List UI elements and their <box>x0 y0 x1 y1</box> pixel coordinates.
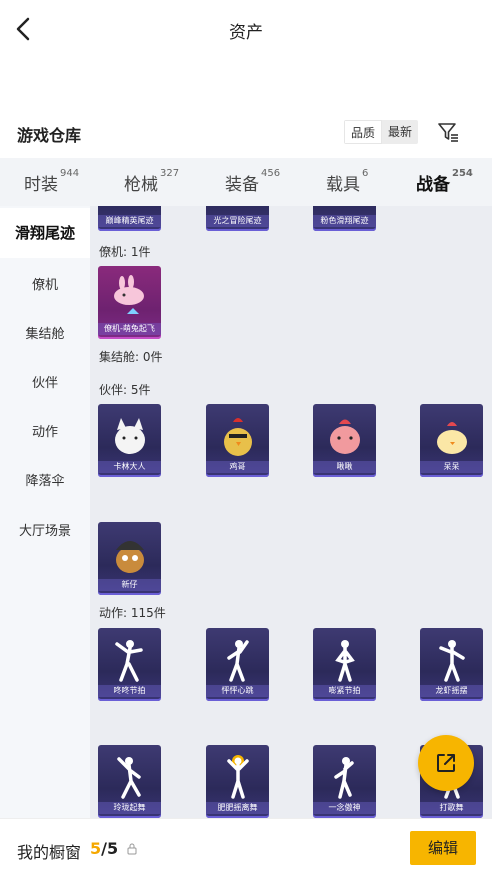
external-link-icon <box>437 754 455 772</box>
tab-vehicles[interactable]: 载具6 <box>326 168 368 195</box>
chicken-partner-icon <box>224 418 252 456</box>
sidebar-item-action[interactable]: 动作 <box>0 421 90 440</box>
sort-toggle: 品质 最新 <box>344 120 419 144</box>
warehouse-title: 游戏仓库 <box>17 126 82 145</box>
tab-combat-prep[interactable]: 战备254 <box>416 168 473 209</box>
edit-button[interactable]: 编辑 <box>410 831 476 865</box>
category-tabs: 时装944 枪械327 装备456 载具6 战备254 <box>0 158 492 209</box>
cabinet-label: 我的橱窗 <box>17 843 82 862</box>
helmet-partner-icon <box>116 541 144 573</box>
tab-fashion[interactable]: 时装944 <box>24 168 79 195</box>
sidebar-item-parachute[interactable]: 降落伞 <box>0 470 90 489</box>
item-card[interactable]: 咚咚节拍 <box>98 628 161 701</box>
item-card[interactable]: 呆呆 <box>420 404 483 477</box>
dancer-icon <box>439 640 465 682</box>
item-card[interactable]: 鸡哥 <box>206 404 269 477</box>
tab-guns[interactable]: 枪械327 <box>124 168 179 195</box>
dancer-icon <box>115 640 143 682</box>
dancer-icon <box>335 640 355 682</box>
cat-partner-icon <box>115 418 145 454</box>
item-card[interactable]: 新仔 <box>98 522 161 595</box>
item-card[interactable]: 肥肥摇离舞 <box>206 745 269 818</box>
action-section-label: 动作: 115件 <box>99 606 166 620</box>
sidebar: 滑翔尾迹 僚机 集结舱 伙伴 动作 降落伞 大厅场景 <box>0 206 90 818</box>
sidebar-item-pod[interactable]: 集结舱 <box>0 323 90 342</box>
item-card[interactable]: 巅峰精英尾迹 <box>98 206 161 231</box>
top-bar: 资产 <box>0 0 492 58</box>
item-card[interactable]: 怦怦心跳 <box>206 628 269 701</box>
tab-equipment[interactable]: 装备456 <box>225 168 280 195</box>
item-card[interactable]: 嘭紧节拍 <box>313 628 376 701</box>
pod-section-label: 集结舱: 0件 <box>99 350 163 364</box>
page-title: 资产 <box>229 23 263 43</box>
item-card[interactable]: 粉色滑翔尾迹 <box>313 206 376 231</box>
item-card[interactable]: 光之冒险尾迹 <box>206 206 269 231</box>
item-card[interactable]: 一念傲神 <box>313 745 376 818</box>
lock-icon <box>127 843 137 855</box>
sidebar-item-wingman[interactable]: 僚机 <box>0 274 90 293</box>
dancer-icon <box>334 757 354 799</box>
sidebar-item-glide-trail[interactable]: 滑翔尾迹 <box>0 208 90 258</box>
sidebar-item-lobby-scene[interactable]: 大厅场景 <box>0 520 90 539</box>
pink-chick-partner-icon <box>330 419 360 454</box>
sidebar-item-partner[interactable]: 伙伴 <box>0 372 90 391</box>
cabinet-count: 5/5 <box>90 839 119 858</box>
item-card[interactable]: 龙虾摇摆 <box>420 628 483 701</box>
item-card[interactable]: 僚机-萌兔起飞 <box>98 266 161 339</box>
yellow-chick-partner-icon <box>437 422 467 454</box>
filter-icon[interactable] <box>436 120 460 144</box>
dancer-icon <box>227 640 249 682</box>
sort-quality-button[interactable]: 品质 <box>344 120 383 144</box>
dancer-icon <box>117 757 141 799</box>
item-grid: 巅峰精英尾迹 光之冒险尾迹 粉色滑翔尾迹 僚机: 1件 僚机-萌兔起飞 集结舱:… <box>90 206 492 818</box>
bunny-wingman-icon <box>114 275 144 314</box>
partner-section-label: 伙伴: 5件 <box>99 383 151 397</box>
item-card[interactable]: 玲珑起舞 <box>98 745 161 818</box>
sort-newest-button[interactable]: 最新 <box>382 120 419 144</box>
item-card[interactable]: 卡林大人 <box>98 404 161 477</box>
dancer-icon <box>227 755 249 799</box>
item-card[interactable]: 啾啾 <box>313 404 376 477</box>
wingman-section-label: 僚机: 1件 <box>99 245 151 259</box>
share-float-button[interactable] <box>418 735 474 791</box>
bottom-bar: 我的橱窗 5/5 编辑 <box>0 818 492 876</box>
